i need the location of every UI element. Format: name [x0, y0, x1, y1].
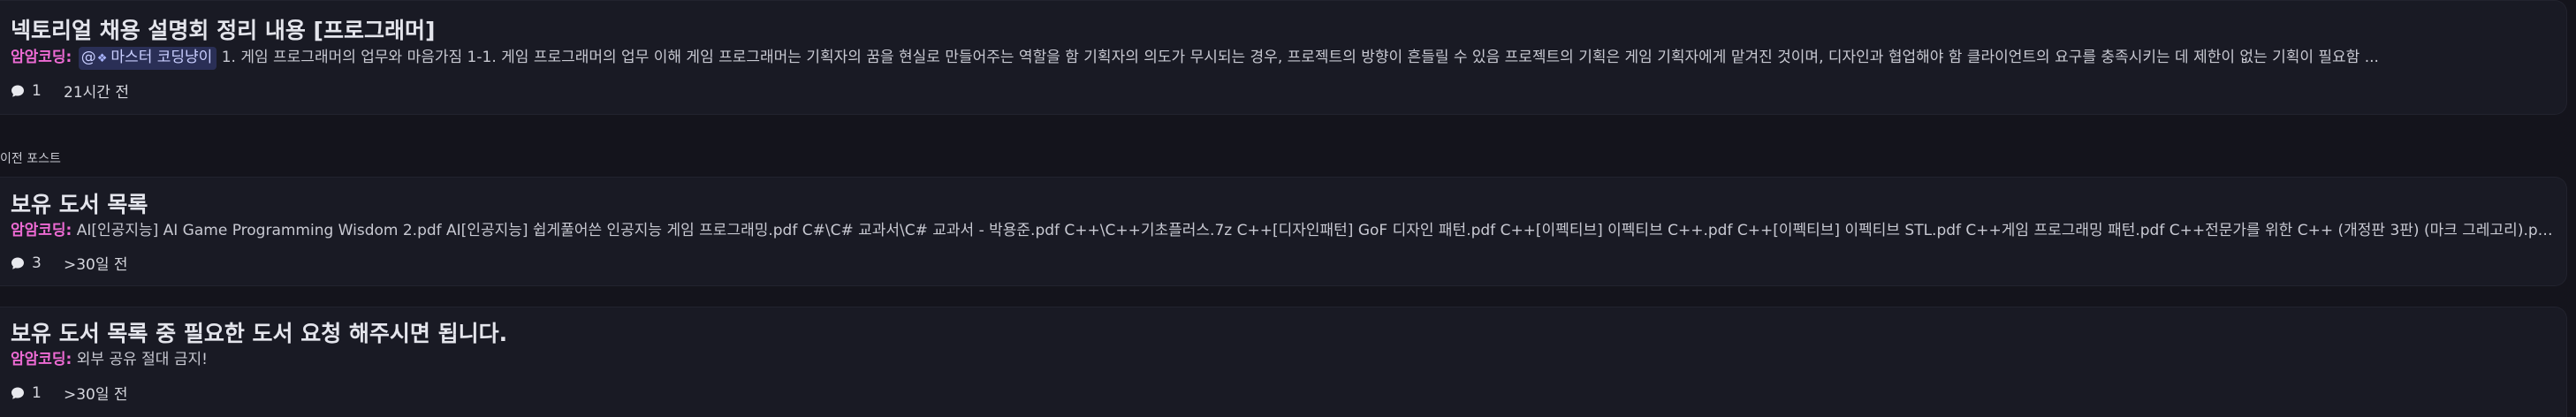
post-meta: 3 >30일 전 — [11, 252, 128, 274]
preview-author: 암암코딩: — [11, 222, 72, 239]
post-card[interactable]: 넥토리얼 채용 설명회 정리 내용 [프로그래머] 암암코딩: @❖ 마스터 코딩… — [0, 0, 2567, 115]
preview-author: 암암코딩: — [11, 351, 72, 368]
post-preview: 암암코딩: 외부 공유 절대 금지! — [11, 349, 2554, 370]
post-preview: 암암코딩: AI[인공지능] AI Game Programming Wisdo… — [11, 220, 2554, 241]
post-preview: 암암코딩: @❖ 마스터 코딩냥이 1. 게임 프로그래머의 업무와 마음가짐 1… — [11, 47, 2554, 70]
post-card[interactable]: 보유 도서 목록 중 필요한 도서 요청 해주시면 됩니다. 암암코딩: 외부 … — [0, 307, 2567, 417]
preview-author: 암암코딩: — [11, 49, 72, 66]
comment-count: 3 — [32, 254, 42, 272]
preview-text: 외부 공유 절대 금지! — [76, 351, 208, 368]
post-title[interactable]: 넥토리얼 채용 설명회 정리 내용 [프로그래머] — [11, 13, 435, 45]
comment-count: 1 — [32, 81, 42, 100]
user-mention[interactable]: @❖ 마스터 코딩냥이 — [78, 47, 217, 70]
post-title[interactable]: 보유 도서 목록 중 필요한 도서 요청 해주시면 됩니다. — [11, 316, 507, 348]
mention-name: 마스터 코딩냥이 — [110, 49, 213, 66]
post-title[interactable]: 보유 도서 목록 — [11, 187, 148, 219]
post-time: >30일 전 — [64, 386, 128, 404]
post-meta: 1 21시간 전 — [11, 80, 129, 102]
post-time: >30일 전 — [64, 256, 128, 274]
preview-text: 1. 게임 프로그래머의 업무와 마음가짐 1-1. 게임 프로그래머의 업무 … — [221, 49, 2379, 66]
bird-icon: ❖ — [96, 52, 108, 65]
post-meta: 1 >30일 전 — [11, 382, 128, 404]
speech-bubble-icon — [11, 84, 25, 98]
comment-count: 1 — [32, 383, 42, 402]
preview-text: AI[인공지능] AI Game Programming Wisdom 2.pd… — [76, 222, 2554, 239]
speech-bubble-icon — [11, 256, 25, 270]
section-label: 이전 포스트 — [0, 152, 61, 166]
post-time: 21시간 전 — [64, 84, 129, 102]
speech-bubble-icon — [11, 386, 25, 400]
post-card[interactable]: 보유 도서 목록 암암코딩: AI[인공지능] AI Game Programm… — [0, 177, 2567, 286]
